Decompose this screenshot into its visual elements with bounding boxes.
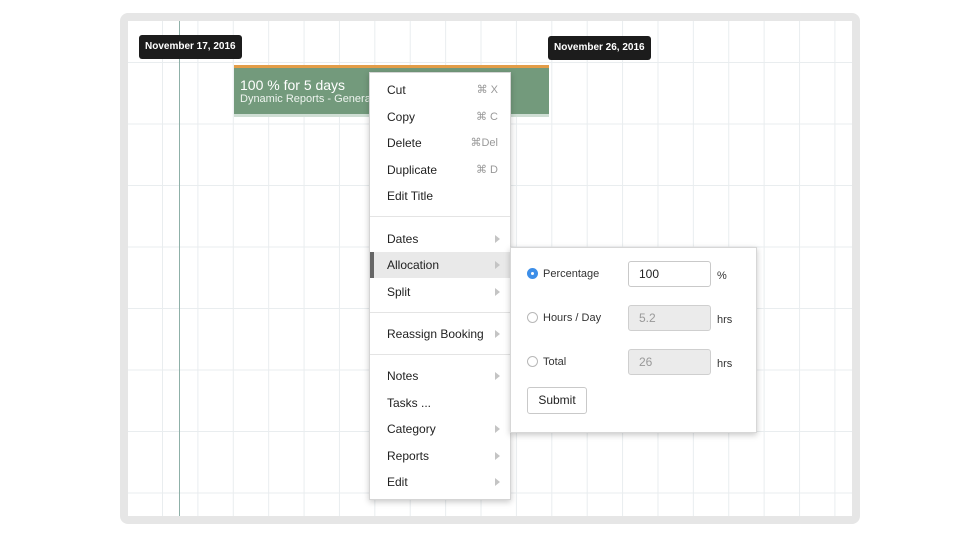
menu-item-label: Copy <box>387 110 416 124</box>
menu-item-label: Delete <box>387 136 422 150</box>
hours-per-day-radio[interactable] <box>527 311 538 323</box>
menu-item-label: Edit Title <box>387 189 434 203</box>
menu-item-copy[interactable]: Copy ⌘ C <box>370 104 510 130</box>
submenu-arrow-icon <box>495 478 500 486</box>
shortcut-hint: ⌘Del <box>470 137 498 149</box>
shortcut-hint: ⌘ D <box>476 164 498 176</box>
percentage-option[interactable]: Percentage <box>527 264 599 284</box>
allocation-submenu: Percentage 100 % Hours / Day 5.2 hrs Tot… <box>510 247 757 433</box>
start-date-tag: November 17, 2016 <box>139 35 242 59</box>
end-date-tag: November 26, 2016 <box>548 36 651 60</box>
menu-item-reports[interactable]: Reports <box>370 443 510 469</box>
menu-item-label: Tasks ... <box>387 396 432 410</box>
percentage-input[interactable]: 100 <box>628 261 711 287</box>
menu-item-label: Reassign Booking <box>387 327 484 341</box>
menu-item-notes[interactable]: Notes <box>370 363 510 389</box>
shortcut-hint: ⌘ X <box>476 84 498 96</box>
menu-item-label: Allocation <box>387 258 440 272</box>
menu-item-label: Split <box>387 285 411 299</box>
shortcut-hint: ⌘ C <box>476 111 498 123</box>
menu-item-dates[interactable]: Dates <box>370 226 510 252</box>
total-label: Total <box>543 356 567 368</box>
menu-item-label: Notes <box>387 369 419 383</box>
menu-divider <box>370 216 510 217</box>
menu-divider <box>370 312 510 313</box>
total-radio[interactable] <box>527 355 538 367</box>
context-menu: Cut ⌘ X Copy ⌘ C Delete ⌘Del Duplicate ⌘… <box>369 72 511 500</box>
menu-item-label: Duplicate <box>387 163 438 177</box>
submenu-arrow-icon <box>495 288 500 296</box>
menu-item-delete[interactable]: Delete ⌘Del <box>370 130 510 156</box>
submenu-arrow-icon <box>495 235 500 243</box>
submit-button[interactable]: Submit <box>527 387 587 414</box>
hours-per-day-unit: hrs <box>717 314 733 326</box>
menu-item-category[interactable]: Category <box>370 416 510 442</box>
total-option[interactable]: Total <box>527 352 566 372</box>
menu-item-edit[interactable]: Edit <box>370 469 510 495</box>
total-unit: hrs <box>717 358 733 370</box>
menu-item-allocation[interactable]: Allocation <box>370 252 510 278</box>
menu-item-label: Dates <box>387 232 419 246</box>
total-input[interactable]: 26 <box>628 349 711 375</box>
menu-item-split[interactable]: Split <box>370 279 510 305</box>
submenu-arrow-icon <box>495 452 500 460</box>
submenu-arrow-icon <box>495 425 500 433</box>
today-marker-line <box>179 21 180 516</box>
menu-item-label: Category <box>387 422 436 436</box>
menu-item-label: Cut <box>387 83 406 97</box>
submenu-arrow-icon <box>495 261 500 269</box>
menu-item-tasks[interactable]: Tasks ... <box>370 390 510 416</box>
submenu-arrow-icon <box>495 372 500 380</box>
submenu-arrow-icon <box>495 330 500 338</box>
menu-item-label: Reports <box>387 449 430 463</box>
hours-per-day-label: Hours / Day <box>543 312 602 324</box>
menu-item-duplicate[interactable]: Duplicate ⌘ D <box>370 157 510 183</box>
hours-per-day-input[interactable]: 5.2 <box>628 305 711 331</box>
menu-item-edit-title[interactable]: Edit Title <box>370 183 510 209</box>
percentage-unit: % <box>717 270 727 282</box>
menu-item-reassign-booking[interactable]: Reassign Booking <box>370 321 510 347</box>
menu-divider <box>370 354 510 355</box>
percentage-label: Percentage <box>543 268 600 280</box>
menu-item-cut[interactable]: Cut ⌘ X <box>370 77 510 103</box>
menu-item-label: Edit <box>387 475 408 489</box>
hours-per-day-option[interactable]: Hours / Day <box>527 308 601 328</box>
percentage-radio[interactable] <box>527 267 538 279</box>
